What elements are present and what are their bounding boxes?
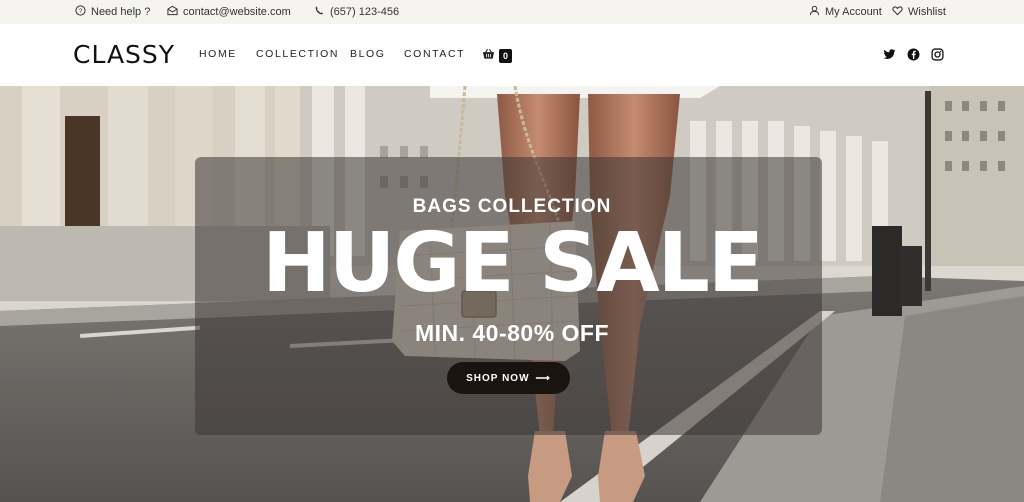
nav-blog[interactable]: BLOG [350,48,386,60]
promo-headline: HUGE SALE [262,216,764,311]
promo-discount: MIN. 40-80% OFF [414,320,610,346]
basket-icon [482,47,495,65]
shop-now-label: SHOP NOW [466,372,530,384]
instagram-icon[interactable] [931,48,944,61]
svg-text:?: ? [79,8,83,15]
my-account-label: My Account [825,6,882,18]
help-label: Need help ? [91,6,151,18]
wishlist-label: Wishlist [908,6,946,18]
phone-text: (657) 123-456 [330,6,400,18]
phone-icon [314,5,325,19]
user-icon [809,5,820,19]
twitter-icon[interactable] [883,48,896,61]
nav-collection[interactable]: COLLECTION [256,48,339,60]
envelope-icon [167,5,178,19]
wishlist-link[interactable]: Wishlist [892,0,946,24]
cart-button[interactable]: 0 [482,47,513,65]
top-bar: ? Need help ? contact@website.com (657) … [0,0,1024,24]
phone-link[interactable]: (657) 123-456 [314,0,399,24]
help-link[interactable]: ? Need help ? [75,0,150,24]
hero-banner: BAGS COLLECTION HUGE SALE MIN. 40-80% OF… [0,86,1024,502]
site-logo[interactable]: CLASSY [73,40,175,69]
email-link[interactable]: contact@website.com [167,0,291,24]
facebook-icon[interactable] [907,48,920,61]
help-icon: ? [75,5,86,19]
cart-count-badge: 0 [499,49,513,63]
shop-now-button[interactable]: SHOP NOW ⟶ [447,362,570,394]
arrow-right-icon: ⟶ [535,372,551,384]
nav-contact[interactable]: CONTACT [404,48,465,60]
heart-icon [892,5,903,19]
my-account-link[interactable]: My Account [809,0,882,24]
main-header: CLASSY HOME COLLECTION BLOG CONTACT 0 [0,24,1024,86]
nav-home[interactable]: HOME [199,48,237,60]
email-text: contact@website.com [183,6,291,18]
